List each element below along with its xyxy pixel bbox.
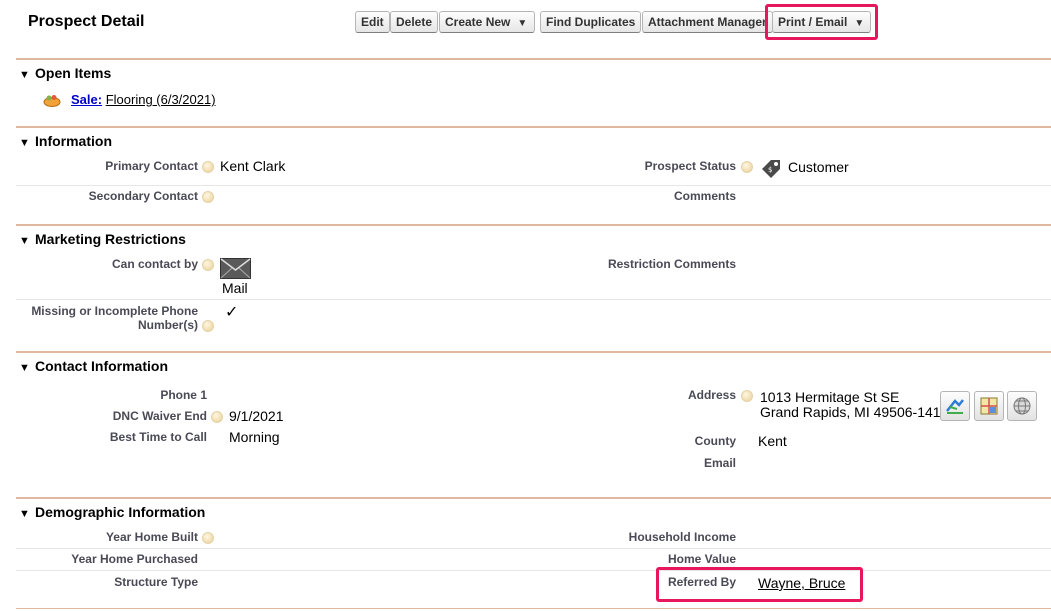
row-divider <box>16 570 1051 571</box>
help-bubble-icon[interactable] <box>202 532 214 544</box>
section-divider <box>16 351 1051 353</box>
section-marketing-header[interactable]: ▼ Marketing Restrictions <box>19 231 186 247</box>
collapse-triangle-icon: ▼ <box>19 508 30 520</box>
household-income-label: Household Income <box>628 530 736 544</box>
can-contact-label: Can contact by <box>111 257 198 271</box>
missing-phone-label-line2: Number(s) <box>137 318 198 332</box>
chevron-down-icon: ▼ <box>517 18 528 29</box>
can-contact-value: Mail <box>222 280 248 296</box>
row-divider <box>16 299 1051 300</box>
dnc-waiver-value: 9/1/2021 <box>229 408 284 424</box>
envelope-icon <box>220 258 251 279</box>
help-bubble-icon[interactable] <box>741 161 753 173</box>
section-divider <box>16 126 1051 128</box>
help-bubble-icon[interactable] <box>202 259 214 271</box>
county-label: County <box>694 434 736 448</box>
section-title: Information <box>35 133 112 149</box>
help-bubble-icon[interactable] <box>202 320 214 332</box>
print-email-highlight <box>765 4 878 40</box>
address-line1: 1013 Hermitage St SE <box>760 389 900 405</box>
find-duplicates-button[interactable]: Find Duplicates <box>540 11 642 33</box>
help-bubble-icon[interactable] <box>741 390 753 402</box>
directions-icon <box>946 399 964 414</box>
delete-button-label: Delete <box>396 15 433 29</box>
best-time-value: Morning <box>229 429 280 445</box>
svg-text:$: $ <box>768 166 772 174</box>
sale-basket-icon <box>43 95 61 107</box>
section-information-header[interactable]: ▼ Information <box>19 133 112 149</box>
row-divider <box>16 548 1051 549</box>
section-divider <box>16 497 1051 499</box>
section-divider <box>16 608 1051 609</box>
map-button[interactable] <box>974 391 1004 421</box>
missing-phone-label-line1: Missing or Incomplete Phone <box>31 304 198 318</box>
year-built-label: Year Home Built <box>105 530 198 544</box>
checkmark-icon: ✓ <box>225 304 239 321</box>
globe-icon <box>1013 397 1031 415</box>
secondary-contact-label: Secondary Contact <box>88 189 198 203</box>
structure-type-label: Structure Type <box>114 575 198 589</box>
find-duplicates-button-label: Find Duplicates <box>546 15 636 29</box>
price-tag-icon: $ <box>762 160 780 178</box>
section-divider <box>16 224 1051 226</box>
help-bubble-icon[interactable] <box>211 411 223 423</box>
help-bubble-icon[interactable] <box>202 161 214 173</box>
row-divider <box>16 185 1051 186</box>
section-divider <box>16 58 1051 60</box>
dnc-waiver-label: DNC Waiver End <box>112 409 207 423</box>
globe-button[interactable] <box>1007 391 1037 421</box>
section-title: Contact Information <box>35 358 168 374</box>
primary-contact-value: Kent Clark <box>220 158 286 174</box>
sale-prefix: Sale: <box>71 92 103 107</box>
sale-text: Flooring (6/3/2021) <box>105 92 216 107</box>
collapse-triangle-icon: ▼ <box>19 235 30 247</box>
help-bubble-icon[interactable] <box>202 191 214 203</box>
create-new-button[interactable]: Create New ▼ <box>439 11 535 33</box>
map-icon <box>980 397 998 415</box>
best-time-label: Best Time to Call <box>109 430 207 444</box>
edit-button[interactable]: Edit <box>355 11 390 33</box>
prospect-status-label: Prospect Status <box>644 159 736 173</box>
year-purchased-label: Year Home Purchased <box>71 552 198 566</box>
section-open-items-header[interactable]: ▼ Open Items <box>19 65 111 81</box>
restriction-comments-label: Restriction Comments <box>607 257 736 271</box>
county-value: Kent <box>758 433 787 449</box>
home-value-label: Home Value <box>667 552 736 566</box>
open-item-sale-link[interactable]: Sale: Flooring (6/3/2021) <box>71 92 216 107</box>
email-label: Email <box>703 456 736 470</box>
attachment-manager-button[interactable]: Attachment Manager <box>642 11 773 33</box>
directions-button[interactable] <box>940 391 970 421</box>
primary-contact-label: Primary Contact <box>105 159 198 173</box>
section-title: Open Items <box>35 65 112 81</box>
page-title: Prospect Detail <box>28 13 145 30</box>
section-title: Demographic Information <box>35 504 206 520</box>
collapse-triangle-icon: ▼ <box>19 69 30 81</box>
address-line2: Grand Rapids, MI 49506-1415 <box>760 404 949 420</box>
create-new-button-label: Create New <box>445 15 511 29</box>
prospect-status-value: Customer <box>788 159 849 175</box>
attachment-manager-button-label: Attachment Manager <box>648 15 767 29</box>
referred-by-highlight <box>656 567 863 602</box>
collapse-triangle-icon: ▼ <box>19 362 30 374</box>
collapse-triangle-icon: ▼ <box>19 137 30 149</box>
phone1-label: Phone 1 <box>160 388 207 402</box>
section-title: Marketing Restrictions <box>35 231 186 247</box>
section-demographic-header[interactable]: ▼ Demographic Information <box>19 504 205 520</box>
section-contact-header[interactable]: ▼ Contact Information <box>19 358 168 374</box>
address-label: Address <box>687 388 736 402</box>
comments-label: Comments <box>673 189 736 203</box>
edit-button-label: Edit <box>361 15 384 29</box>
delete-button[interactable]: Delete <box>390 11 439 33</box>
